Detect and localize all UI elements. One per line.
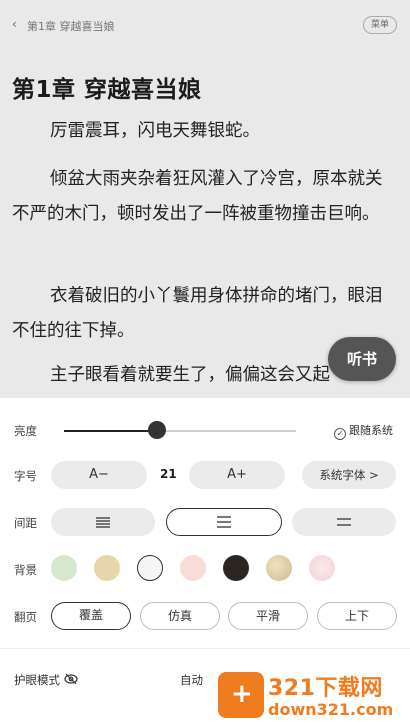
menu-button[interactable]: 菜单	[363, 16, 397, 34]
follow-system-toggle[interactable]: ✓ 跟随系统	[334, 422, 393, 440]
background-swatch-pink[interactable]	[180, 555, 206, 581]
chapter-breadcrumb[interactable]: 第1章 穿越喜当娘	[27, 18, 115, 34]
brightness-label: 亮度	[14, 424, 37, 438]
page-turn-cover[interactable]: 覆盖	[51, 602, 131, 630]
auto-read-label[interactable]: 自动	[180, 672, 203, 688]
spacing-medium-button[interactable]	[166, 508, 282, 536]
font-decrease-button[interactable]: A−	[51, 461, 147, 489]
follow-system-label: 跟随系统	[349, 424, 393, 437]
paragraph: 衣着破旧的小丫鬟用身体拼命的堵门，眼泪不住的往下掉。	[12, 286, 383, 341]
background-swatch-floral[interactable]	[309, 555, 335, 581]
watermark-icon: +	[218, 672, 264, 718]
font-size-value: 21	[160, 467, 177, 481]
background-swatch-parchment[interactable]	[266, 555, 292, 581]
chevron-left-icon[interactable]: ‹	[12, 17, 17, 31]
page-turn-label: 翻页	[14, 610, 37, 624]
listen-book-button[interactable]: 听书	[328, 337, 396, 381]
page-turn-simulation[interactable]: 仿真	[140, 602, 220, 630]
eye-mode-label: 护眼模式	[14, 673, 60, 687]
top-bar: ‹ 第1章 穿越喜当娘 菜单	[0, 0, 410, 50]
check-circle-icon: ✓	[334, 428, 346, 440]
paragraph: 倾盆大雨夹杂着狂风灌入了冷宫，原本就关不严的木门，顿时发出了一阵被重物撞击巨响。	[12, 169, 383, 224]
background-swatch-white[interactable]	[137, 555, 163, 581]
spacing-label: 间距	[14, 516, 37, 530]
wide-spacing-icon	[337, 517, 351, 526]
background-swatch-dark[interactable]	[223, 555, 249, 581]
compact-spacing-icon	[96, 516, 110, 528]
watermark-logo: + 321下载网 down321.com	[218, 668, 410, 725]
background-swatch-tan[interactable]	[94, 555, 120, 581]
divider	[0, 648, 410, 649]
font-family-button[interactable]: 系统字体 >	[302, 461, 396, 489]
medium-spacing-icon	[217, 515, 231, 528]
brightness-slider[interactable]	[64, 430, 296, 432]
background-swatch-green[interactable]	[51, 555, 77, 581]
brightness-slider-fill	[64, 430, 157, 432]
watermark-subtitle: down321.com	[268, 700, 394, 719]
paragraph: 厉雷震耳，闪电天舞银蛇。	[50, 121, 260, 141]
watermark-title: 321下载网	[268, 676, 383, 701]
font-size-label: 字号	[14, 469, 37, 483]
chapter-title: 第1章 穿越喜当娘	[12, 77, 202, 103]
spacing-wide-button[interactable]	[292, 508, 396, 536]
spacing-compact-button[interactable]	[51, 508, 155, 536]
font-increase-button[interactable]: A+	[189, 461, 285, 489]
page-turn-smooth[interactable]: 平滑	[228, 602, 308, 630]
brightness-slider-thumb[interactable]	[147, 421, 166, 439]
eye-off-icon	[64, 673, 78, 685]
background-label: 背景	[14, 563, 37, 577]
eye-mode-toggle[interactable]: 护眼模式	[14, 672, 78, 688]
page-turn-vertical[interactable]: 上下	[317, 602, 397, 630]
